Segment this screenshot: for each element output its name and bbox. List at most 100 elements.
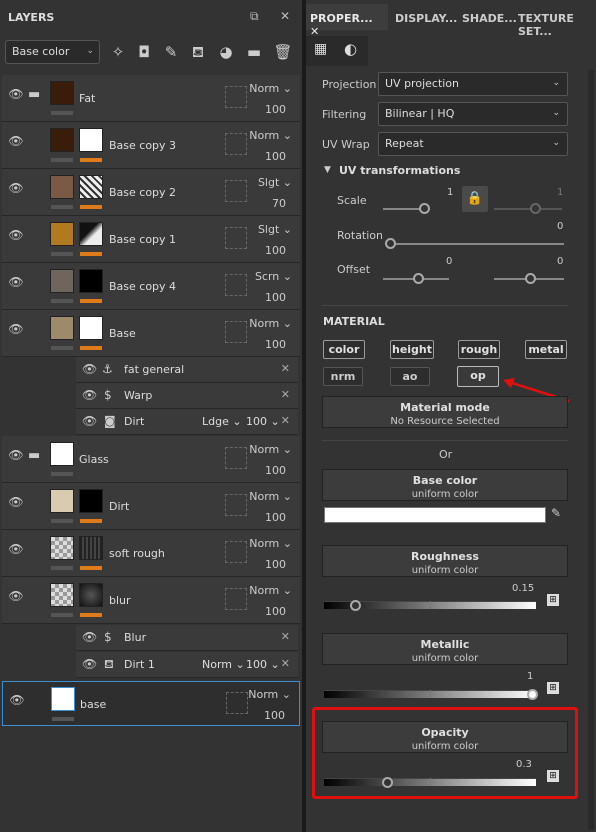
channel-height-button[interactable]: height: [390, 340, 434, 359]
close-icon[interactable]: ✕: [281, 657, 290, 670]
projection-dropdown[interactable]: UV projection ⌄: [378, 72, 568, 96]
layer-opacity[interactable]: 100: [264, 709, 285, 722]
texture-pick-icon[interactable]: ⊞: [547, 682, 559, 694]
blend-mode[interactable]: Norm ⌄: [249, 537, 292, 550]
material-mode-button[interactable]: Material mode No Resource Selected: [322, 396, 568, 428]
layer-opacity[interactable]: 100: [265, 291, 286, 304]
channel-nrm-button[interactable]: nrm: [323, 367, 363, 386]
visibility-eye-icon[interactable]: 👁: [82, 657, 97, 671]
visibility-eye-icon[interactable]: 👁: [82, 630, 97, 644]
channel-ao-button[interactable]: ao: [390, 367, 430, 386]
offset-knob-2[interactable]: [525, 273, 536, 284]
eyedropper-icon[interactable]: ✎: [551, 506, 561, 520]
channel-select[interactable]: Base color ⌄: [5, 40, 100, 64]
collapse-chevron-icon[interactable]: ▼: [324, 165, 331, 175]
scale-value-1[interactable]: 1: [447, 187, 453, 198]
scale-slider-2[interactable]: [494, 208, 562, 210]
offset-knob-1[interactable]: [413, 273, 424, 284]
scale-knob-1[interactable]: [419, 203, 430, 214]
blend-mode[interactable]: Norm ⌄: [248, 688, 291, 701]
blend-mode[interactable]: Norm ⌄: [249, 317, 292, 330]
layer-row[interactable]: 👁 ▬ Fat Norm ⌄ 100: [2, 75, 300, 122]
add-folder-icon[interactable]: ▬: [243, 40, 265, 64]
delete-layer-icon[interactable]: 🗑: [272, 40, 294, 64]
blend-mode[interactable]: Slgt ⌄: [258, 176, 292, 189]
layer-opacity[interactable]: 100: [265, 103, 286, 116]
roughness-button[interactable]: Roughness uniform color: [322, 545, 568, 577]
layer-row[interactable]: 👁 Base Norm ⌄ 100: [2, 310, 300, 357]
blend-mode[interactable]: Slgt ⌄: [258, 223, 292, 236]
visibility-eye-icon[interactable]: 👁: [8, 275, 24, 291]
effect-row[interactable]: 👁 ⛾ Dirt 1 Norm ⌄ 100 ⌄ ✕: [76, 652, 298, 678]
visibility-eye-icon[interactable]: 👁: [82, 362, 97, 376]
filtering-dropdown[interactable]: Bilinear | HQ ⌄: [378, 102, 568, 126]
metallic-knob[interactable]: [527, 689, 538, 700]
scrollbar[interactable]: [588, 70, 594, 830]
add-effect-icon[interactable]: ✧: [107, 40, 129, 64]
effect-row[interactable]: 👁 ◙ Dirt Ldge ⌄ 100 ⌄ ✕: [76, 409, 298, 435]
effect-blend-mode[interactable]: Norm ⌄: [202, 658, 245, 671]
add-mask-icon[interactable]: ◘: [133, 40, 155, 64]
channel-op-button[interactable]: op: [457, 366, 499, 387]
tab-texture-set[interactable]: TEXTURE SET...: [514, 4, 596, 38]
close-panel-icon[interactable]: ✕: [280, 9, 290, 23]
base-color-button[interactable]: Base color uniform color: [322, 469, 568, 501]
visibility-eye-icon[interactable]: 👁: [82, 388, 97, 402]
visibility-eye-icon[interactable]: 👁: [8, 589, 24, 605]
metallic-button[interactable]: Metallic uniform color: [322, 633, 568, 665]
layer-row[interactable]: 👁 Dirt Norm ⌄ 100: [2, 483, 300, 530]
visibility-eye-icon[interactable]: 👁: [8, 495, 24, 511]
visibility-eye-icon[interactable]: 👁: [8, 181, 24, 197]
opacity-value[interactable]: 0.3: [516, 759, 532, 770]
visibility-eye-icon[interactable]: 👁: [8, 542, 24, 558]
effect-blend-mode[interactable]: Ldge ⌄: [202, 415, 242, 428]
uvwrap-dropdown[interactable]: Repeat ⌄: [378, 132, 568, 156]
blend-mode[interactable]: Scrn ⌄: [255, 270, 292, 283]
visibility-eye-icon[interactable]: 👁: [8, 448, 24, 464]
channel-color-button[interactable]: color: [323, 340, 365, 359]
tab-shader[interactable]: SHADE...: [458, 4, 518, 30]
layer-opacity[interactable]: 100: [265, 605, 286, 618]
properties-icon[interactable]: ▦: [314, 41, 327, 57]
scale-value-2[interactable]: 1: [557, 187, 563, 198]
material-ball-icon[interactable]: ◐: [344, 40, 357, 58]
effect-row[interactable]: 👁 $ Warp ✕: [76, 383, 298, 409]
add-smart-material-icon[interactable]: ◕: [215, 40, 237, 64]
blend-mode[interactable]: Norm ⌄: [249, 82, 292, 95]
visibility-eye-icon[interactable]: 👁: [9, 693, 25, 709]
layer-row[interactable]: 👁 Base copy 4 Scrn ⌄ 100: [2, 263, 300, 310]
opacity-knob[interactable]: [382, 777, 393, 788]
close-icon[interactable]: ✕: [281, 414, 290, 427]
layer-row[interactable]: 👁 ▬ Glass Norm ⌄ 100: [2, 436, 300, 483]
visibility-eye-icon[interactable]: 👁: [8, 322, 24, 338]
layer-row[interactable]: 👁 Base copy 1 Slgt ⌄ 100: [2, 216, 300, 263]
base-color-swatch[interactable]: [324, 507, 546, 523]
visibility-eye-icon[interactable]: 👁: [8, 134, 24, 150]
close-icon[interactable]: ✕: [281, 388, 290, 401]
add-fill-layer-icon[interactable]: ⛾: [187, 40, 209, 64]
offset-value-1[interactable]: 0: [446, 256, 452, 267]
channel-metal-button[interactable]: metal: [525, 340, 567, 359]
visibility-eye-icon[interactable]: 👁: [8, 228, 24, 244]
blend-mode[interactable]: Norm ⌄: [249, 443, 292, 456]
float-panel-icon[interactable]: ⧉: [250, 9, 259, 24]
layer-opacity[interactable]: 70: [272, 197, 286, 210]
opacity-button[interactable]: Opacity uniform color: [322, 721, 568, 753]
channel-rough-button[interactable]: rough: [458, 340, 500, 359]
rotation-knob[interactable]: [385, 238, 396, 249]
metallic-value[interactable]: 1: [527, 671, 533, 682]
tab-display[interactable]: DISPLAY...: [391, 4, 457, 30]
effect-row[interactable]: 👁 $ Blur ✕: [76, 625, 298, 651]
layer-row[interactable]: 👁 Base copy 3 Norm ⌄ 100: [2, 122, 300, 169]
layer-row[interactable]: 👁 soft rough Norm ⌄ 100: [2, 530, 300, 577]
roughness-knob[interactable]: [350, 600, 361, 611]
layer-row[interactable]: 👁 blur Norm ⌄ 100: [2, 577, 300, 624]
blend-mode[interactable]: Norm ⌄: [249, 129, 292, 142]
rotation-slider[interactable]: [388, 243, 564, 245]
tab-properties[interactable]: PROPER... ✕: [306, 4, 388, 38]
close-icon[interactable]: ✕: [281, 362, 290, 375]
effect-opacity[interactable]: 100 ⌄: [246, 415, 280, 428]
blend-mode[interactable]: Norm ⌄: [249, 490, 292, 503]
visibility-eye-icon[interactable]: 👁: [8, 87, 24, 103]
layer-opacity[interactable]: 100: [265, 338, 286, 351]
